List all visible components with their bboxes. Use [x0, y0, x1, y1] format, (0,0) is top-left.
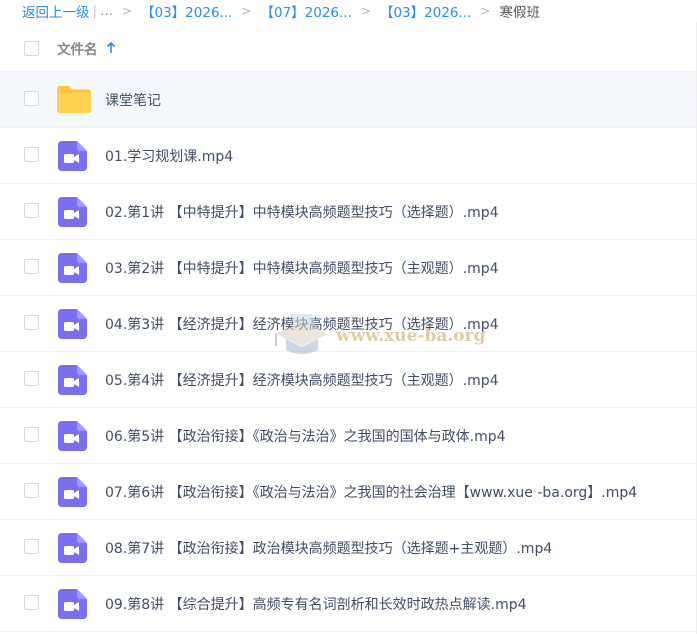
video-file-icon — [58, 365, 87, 395]
folder-icon — [57, 86, 91, 113]
row-checkbox[interactable] — [24, 315, 39, 330]
breadcrumb-ellipsis[interactable]: ... — [100, 3, 113, 19]
breadcrumb-separator-icon: > — [360, 4, 371, 18]
list-item-video[interactable]: 06.第5讲 【政治衔接】《政治与法治》之我国的国体与政体.mp4 — [0, 408, 697, 464]
file-browser: 返回上一级 | ... > 【03】2026... > 【07】2026... … — [0, 0, 697, 634]
row-checkbox[interactable] — [24, 539, 39, 554]
video-file-icon — [58, 421, 87, 451]
row-checkbox[interactable] — [24, 259, 39, 274]
list-item-video[interactable]: 03.第2讲 【中特提升】中特模块高频题型技巧（主观题）.mp4 — [0, 240, 697, 296]
row-checkbox[interactable] — [24, 595, 39, 610]
file-list: 课堂笔记 01.学习规划课.mp4 02.第1讲 【中特提升】中特模块高频题型技… — [0, 72, 697, 632]
row-checkbox[interactable] — [24, 203, 39, 218]
back-link[interactable]: 返回上一级 — [22, 1, 90, 21]
breadcrumb-link[interactable]: 【03】2026... — [141, 1, 232, 21]
list-item-folder[interactable]: 课堂笔记 — [0, 72, 697, 128]
list-item-video[interactable]: 07.第6讲 【政治衔接】《政治与法治》之我国的社会治理【www.xue -ba… — [0, 464, 697, 520]
file-name: 03.第2讲 【中特提升】中特模块高频题型技巧（主观题）.mp4 — [105, 260, 499, 277]
breadcrumb-divider: | — [92, 3, 98, 19]
video-file-icon — [58, 253, 87, 283]
list-item-video[interactable]: 02.第1讲 【中特提升】中特模块高频题型技巧（选择题）.mp4 — [0, 184, 697, 240]
breadcrumb-separator-icon: > — [241, 4, 252, 18]
breadcrumb-link[interactable]: 【07】2026... — [260, 1, 351, 21]
video-file-icon — [58, 533, 87, 563]
file-name: 09.第8讲 【综合提升】高频专有名词剖析和长效时政热点解读.mp4 — [105, 596, 527, 613]
file-name: 01.学习规划课.mp4 — [105, 148, 234, 165]
select-all-checkbox[interactable] — [24, 40, 39, 56]
row-checkbox[interactable] — [24, 147, 39, 162]
file-name: 04.第3讲 【经济提升】经济模块高频题型技巧（选择题）.mp4 — [105, 316, 499, 333]
list-item-video[interactable]: 01.学习规划课.mp4 — [0, 128, 697, 184]
list-item-video[interactable]: 05.第4讲 【经济提升】经济模块高频题型技巧（主观题）.mp4 — [0, 352, 697, 408]
arrow-up-icon[interactable] — [106, 42, 116, 54]
file-name: 02.第1讲 【中特提升】中特模块高频题型技巧（选择题）.mp4 — [105, 204, 499, 221]
video-file-icon — [58, 197, 87, 227]
breadcrumb: 返回上一级 | ... > 【03】2026... > 【07】2026... … — [0, 0, 697, 22]
row-checkbox[interactable] — [24, 483, 39, 498]
row-checkbox[interactable] — [24, 91, 39, 106]
breadcrumb-separator-icon: > — [480, 4, 491, 18]
list-header: 文件名 — [0, 25, 697, 72]
file-name: 06.第5讲 【政治衔接】《政治与法治》之我国的国体与政体.mp4 — [105, 428, 506, 445]
list-item-video[interactable]: 08.第7讲 【政治衔接】政治模块高频题型技巧（选择题+主观题）.mp4 — [0, 520, 697, 576]
filename-column-label: 文件名 — [57, 42, 98, 58]
row-checkbox[interactable] — [24, 371, 39, 386]
file-name: 课堂笔记 — [105, 92, 161, 109]
list-item-video[interactable]: 04.第3讲 【经济提升】经济模块高频题型技巧（选择题）.mp4 — [0, 296, 697, 352]
list-item-video[interactable]: 09.第8讲 【综合提升】高频专有名词剖析和长效时政热点解读.mp4 — [0, 576, 697, 632]
breadcrumb-link[interactable]: 【03】2026... — [380, 1, 471, 21]
breadcrumb-current: 寒假班 — [499, 5, 540, 21]
filename-column-header[interactable]: 文件名 — [57, 38, 116, 58]
video-file-icon — [58, 477, 87, 507]
video-file-icon — [58, 309, 87, 339]
file-name: 08.第7讲 【政治衔接】政治模块高频题型技巧（选择题+主观题）.mp4 — [105, 540, 553, 557]
file-name: 07.第6讲 【政治衔接】《政治与法治》之我国的社会治理【www.xue -ba… — [105, 484, 638, 501]
file-name: 05.第4讲 【经济提升】经济模块高频题型技巧（主观题）.mp4 — [105, 372, 499, 389]
video-file-icon — [58, 141, 87, 171]
breadcrumb-separator-icon: > — [121, 4, 132, 18]
row-checkbox[interactable] — [24, 427, 39, 442]
video-file-icon — [58, 589, 87, 619]
